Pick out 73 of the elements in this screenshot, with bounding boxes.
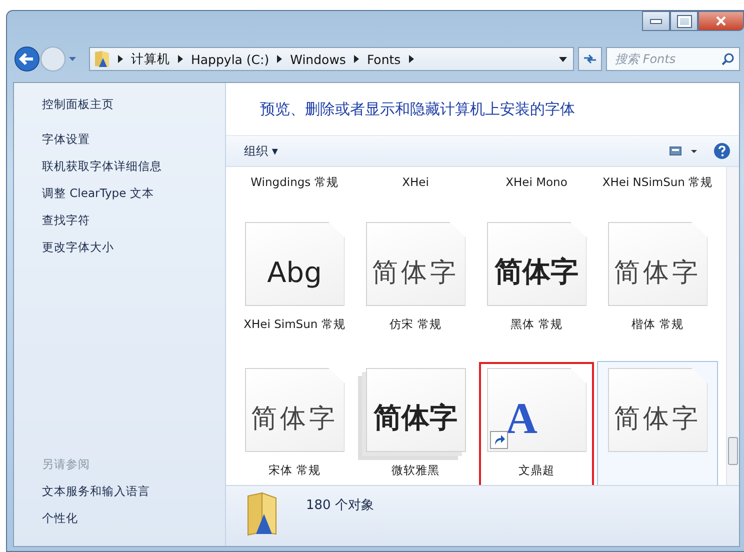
item-count: 180 个对象 bbox=[306, 497, 374, 514]
font-preview: 简体字 bbox=[251, 402, 338, 436]
font-item[interactable]: 简体字 bbox=[597, 361, 718, 485]
font-item[interactable]: 简体字 楷体 常规 bbox=[597, 215, 718, 361]
minimize-button[interactable] bbox=[642, 11, 670, 31]
font-file-tile[interactable]: 简体字 bbox=[366, 222, 466, 306]
font-preview: 简体字 bbox=[374, 400, 458, 436]
font-preview: 简体字 bbox=[614, 256, 701, 290]
font-name: 黑体 常规 bbox=[510, 316, 562, 333]
font-preview: 简体字 bbox=[614, 402, 701, 436]
font-name: XHei Mono bbox=[506, 174, 568, 191]
scrollbar[interactable] bbox=[726, 167, 739, 485]
font-name: XHei bbox=[402, 174, 429, 191]
refresh-icon bbox=[582, 52, 598, 66]
font-file-tile[interactable]: A bbox=[486, 368, 586, 452]
help-icon[interactable] bbox=[713, 142, 731, 160]
close-button[interactable] bbox=[698, 11, 744, 31]
breadcrumb-arrow-icon[interactable] bbox=[178, 55, 183, 63]
font-name: XHei NSimSun 常规 bbox=[602, 174, 713, 191]
breadcrumb-arrow-icon[interactable] bbox=[354, 55, 359, 63]
font-preview: 简体字 bbox=[494, 254, 578, 290]
font-item[interactable]: XHei Mono bbox=[476, 171, 597, 215]
dropdown-caret-icon[interactable] bbox=[559, 56, 567, 62]
font-item[interactable]: XHei NSimSun 常规 bbox=[597, 171, 718, 215]
breadcrumb-item[interactable]: Fonts bbox=[366, 52, 401, 66]
fonts-folder-icon bbox=[94, 50, 110, 68]
font-item[interactable]: 简体字 黑体 常规 bbox=[476, 215, 597, 361]
view-options-icon[interactable] bbox=[669, 145, 699, 157]
font-item[interactable]: Abg XHei SimSun 常规 bbox=[234, 215, 355, 361]
refresh-button[interactable] bbox=[578, 47, 602, 71]
see-also-heading: 另请参阅 bbox=[42, 456, 90, 473]
page-title: 预览、删除或者显示和隐藏计算机上安装的字体 bbox=[260, 100, 575, 118]
font-item[interactable]: XHei bbox=[355, 171, 476, 215]
font-name: 微软雅黑 bbox=[392, 462, 440, 479]
address-bar[interactable]: 计算机 Happyla (C:) Windows Fonts bbox=[89, 47, 574, 71]
breadcrumb-arrow-icon[interactable] bbox=[408, 55, 414, 63]
font-preview: Abg bbox=[267, 256, 322, 288]
sidebar-link[interactable]: 查找字符 bbox=[42, 207, 90, 234]
sidebar-link[interactable]: 文本服务和输入语言 bbox=[42, 478, 150, 505]
sidebar-link[interactable]: 调整 ClearType 文本 bbox=[42, 180, 154, 207]
font-file-tile[interactable]: 简体字 bbox=[486, 222, 586, 306]
breadcrumb-arrow-icon[interactable] bbox=[118, 55, 123, 63]
breadcrumb-item[interactable]: Windows bbox=[290, 52, 346, 66]
sidebar-link[interactable]: 更改字体大小 bbox=[42, 234, 114, 261]
sidebar-link[interactable]: 个性化 bbox=[42, 505, 78, 532]
organize-menu[interactable]: 组织 ▾ bbox=[240, 140, 282, 162]
font-name: 文鼎超 bbox=[518, 462, 554, 479]
font-file-tile[interactable]: 简体字 bbox=[244, 368, 344, 452]
search-field[interactable]: 搜索 Fonts bbox=[606, 47, 740, 71]
sidebar-link[interactable]: 控制面板主页 bbox=[42, 91, 114, 118]
maximize-button[interactable] bbox=[670, 11, 698, 31]
font-file-tile[interactable]: Abg bbox=[244, 222, 344, 306]
font-item[interactable]: A 文鼎超 bbox=[478, 361, 595, 485]
font-item[interactable]: 简体字 微软雅黑 bbox=[355, 361, 476, 485]
font-name: 宋体 常规 bbox=[268, 462, 320, 479]
breadcrumb-item[interactable]: 计算机 bbox=[131, 50, 170, 68]
search-icon bbox=[721, 52, 735, 66]
font-name: XHei SimSun 常规 bbox=[244, 316, 346, 333]
font-item[interactable]: 简体字 宋体 常规 bbox=[234, 361, 355, 485]
font-name: 仿宋 常规 bbox=[390, 316, 442, 333]
breadcrumb-arrow-icon[interactable] bbox=[277, 55, 282, 63]
font-name: 楷体 常规 bbox=[632, 316, 684, 333]
font-file-tile[interactable]: 简体字 bbox=[608, 222, 708, 306]
font-preview: 简体字 bbox=[372, 256, 459, 290]
font-file-tile[interactable]: 简体字 bbox=[608, 368, 708, 452]
close-icon bbox=[715, 16, 727, 26]
font-glyph: A bbox=[506, 392, 538, 444]
font-item[interactable]: 简体字 仿宋 常规 bbox=[355, 215, 476, 361]
sidebar-link[interactable]: 联机获取字体详细信息 bbox=[42, 153, 162, 180]
sidebar-link[interactable]: 字体设置 bbox=[42, 126, 90, 153]
breadcrumb-item[interactable]: Happyla (C:) bbox=[191, 52, 270, 66]
font-name: Wingdings 常规 bbox=[250, 174, 338, 191]
font-item[interactable]: Wingdings 常规 bbox=[234, 171, 355, 215]
